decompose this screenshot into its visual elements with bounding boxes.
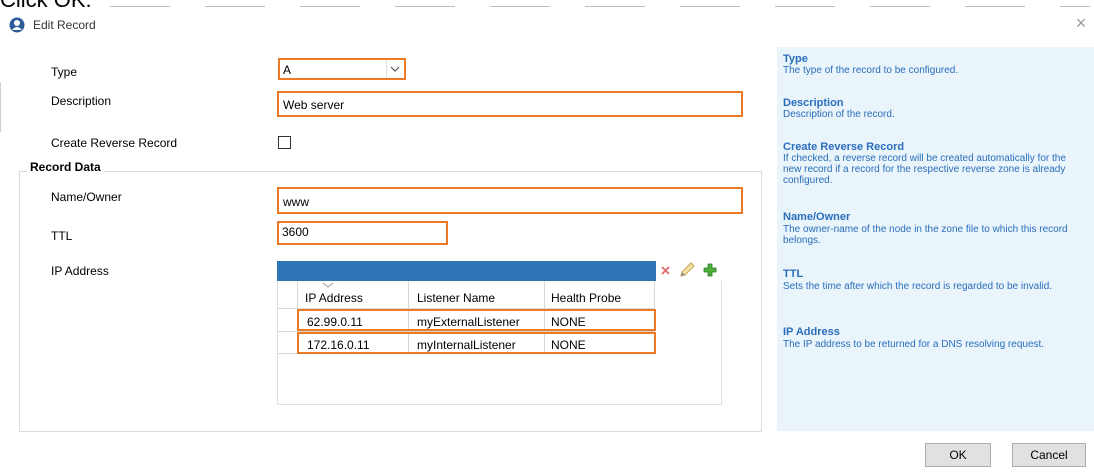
chevron-down-icon[interactable] [386,60,404,78]
add-icon[interactable] [703,263,717,277]
listener-cell: myInternalListener [417,338,516,352]
help-desc-reverse-record: If checked, a reverse record will be cre… [783,153,1066,186]
help-title-description: Description [783,97,844,109]
health-probe-cell: NONE [551,338,586,352]
name-owner-value: www [283,195,309,209]
reverse-record-checkbox[interactable] [278,136,291,149]
type-select[interactable]: A [278,58,406,80]
description-label: Description [51,94,112,108]
help-desc-ttl: Sets the time after which the record is … [783,281,1053,292]
column-header-health-probe[interactable]: Health Probe [551,291,621,305]
divider [0,82,1,132]
ok-button[interactable]: OK [925,443,991,467]
edit-icon[interactable] [678,261,696,279]
delete-icon[interactable] [659,263,673,277]
help-desc-type: The type of the record to be configured. [783,65,959,76]
ttl-label: TTL [51,229,73,243]
help-desc-ip-address: The IP address to be returned for a DNS … [783,339,1045,350]
reverse-record-label: Create Reverse Record [51,136,178,150]
window-title: Edit Record [33,18,96,32]
column-header-ip-address[interactable]: IP Address [305,291,363,305]
help-desc-name-owner: The owner-name of the node in the zone f… [783,224,1068,246]
help-title-type: Type [783,53,808,65]
cropped-background-strip [110,6,1090,7]
top-caption: Click OK. [0,0,92,11]
record-data-title: Record Data [28,160,103,174]
cancel-button[interactable]: Cancel [1012,443,1086,467]
sort-indicator-icon [321,278,335,288]
table-row[interactable]: 172.16.0.11 myInternalListener NONE [297,332,656,354]
health-probe-cell: NONE [551,315,586,329]
help-title-name-owner: Name/Owner [783,211,851,223]
type-select-value: A [283,63,292,77]
ttl-field[interactable]: 3600 [277,221,448,245]
description-value: Web server [283,98,345,112]
description-field[interactable]: Web server [277,91,743,117]
ttl-value: 3600 [282,225,309,239]
help-title-reverse-record: Create Reverse Record [783,141,905,153]
type-label: Type [51,65,78,79]
table-row[interactable]: 62.99.0.11 myExternalListener NONE [297,309,656,331]
name-owner-field[interactable]: www [277,187,743,214]
ip-cell: 172.16.0.11 [307,338,370,352]
help-title-ttl: TTL [783,268,804,280]
help-desc-description: Description of the record. [783,109,895,120]
help-title-ip-address: IP Address [783,326,840,338]
name-owner-label: Name/Owner [51,190,122,204]
ip-cell: 62.99.0.11 [307,315,363,329]
ip-address-label: IP Address [51,264,109,278]
column-header-listener-name[interactable]: Listener Name [417,291,495,305]
app-icon [9,17,25,33]
listener-cell: myExternalListener [417,315,520,329]
close-icon[interactable]: × [1072,14,1090,32]
